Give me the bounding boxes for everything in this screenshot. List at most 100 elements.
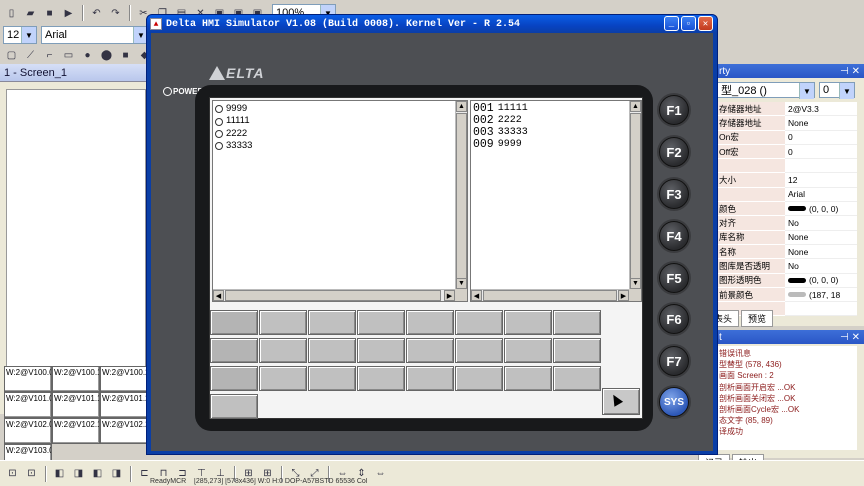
close-icon[interactable]: ✕ — [698, 16, 713, 31]
list-item[interactable]: 2222 — [215, 128, 252, 140]
scroll-down-icon[interactable]: ▼ — [630, 278, 641, 289]
radio-icon[interactable] — [215, 142, 223, 151]
radio-icon[interactable] — [215, 130, 223, 139]
property-value[interactable]: None — [785, 244, 857, 260]
horizontal-scrollbar[interactable]: ◀ ▶ — [213, 289, 455, 301]
keypad-button[interactable] — [210, 366, 258, 391]
keypad-button[interactable] — [357, 366, 405, 391]
group-icon[interactable]: ◨ — [70, 465, 87, 482]
open-folder-icon[interactable]: ▰ — [22, 5, 39, 22]
property-row[interactable]: 对齐 No — [717, 216, 857, 231]
property-row[interactable]: 存储器地址 2@V3.3 — [717, 102, 857, 117]
cell-item[interactable]: W:2@V101.1 — [52, 392, 100, 418]
keypad-button[interactable] — [210, 338, 258, 363]
scroll-up-icon[interactable]: ▲ — [630, 101, 641, 112]
keypad-button[interactable] — [308, 366, 356, 391]
keypad-button[interactable] — [259, 310, 307, 335]
property-row[interactable]: Arial — [717, 187, 857, 203]
property-value[interactable]: 0 — [785, 144, 857, 160]
cell-item[interactable]: W:2@V102.1 — [52, 418, 100, 444]
scroll-thumb[interactable] — [456, 113, 467, 279]
function-key-f4[interactable]: F4 — [659, 221, 689, 251]
keypad-button[interactable] — [504, 338, 552, 363]
scroll-thumb[interactable] — [483, 290, 617, 301]
pin-close-icon[interactable]: ⊣ ✕ — [840, 66, 860, 77]
screen-canvas[interactable] — [6, 89, 146, 411]
save-icon[interactable]: ■ — [41, 5, 58, 22]
property-value[interactable]: None — [785, 230, 857, 245]
property-value[interactable]: No — [785, 259, 857, 274]
keypad-button[interactable] — [553, 310, 601, 335]
list-item[interactable]: 009 9999 — [473, 139, 528, 151]
object-select[interactable]: 型_028 () ▼ — [717, 82, 815, 99]
cell-item[interactable]: W:2@V100.0 — [4, 366, 52, 392]
property-value[interactable]: 0 — [785, 130, 857, 145]
property-row[interactable]: 大小 12 — [717, 173, 857, 188]
cell-item[interactable]: W:2@V100.1 — [52, 366, 100, 392]
filled-circle-icon[interactable]: ⬤ — [98, 47, 115, 64]
list-item[interactable]: 33333 — [215, 140, 252, 152]
function-key-f1[interactable]: F1 — [659, 95, 689, 125]
vertical-scrollbar[interactable]: ▲ ▼ — [455, 101, 467, 289]
property-value[interactable]: 12 — [785, 173, 857, 188]
ellipse-icon[interactable]: ● — [79, 47, 96, 64]
property-value[interactable]: 2@V3.3 — [785, 102, 857, 117]
cell-item[interactable]: W:2@V102.2 — [100, 418, 148, 444]
keypad-button[interactable] — [259, 366, 307, 391]
property-value[interactable]: None — [785, 116, 857, 131]
function-key-f5[interactable]: F5 — [659, 263, 689, 293]
function-key-sys[interactable]: SYS — [659, 387, 689, 417]
pointer-icon[interactable]: ▢ — [3, 47, 20, 64]
function-key-f7[interactable]: F7 — [659, 346, 689, 376]
keypad-button[interactable] — [504, 310, 552, 335]
keypad-button[interactable] — [553, 366, 601, 391]
property-row[interactable]: 名称 None — [717, 244, 857, 260]
keypad-button[interactable] — [357, 338, 405, 363]
keypad-button[interactable] — [455, 310, 503, 335]
horizontal-scrollbar[interactable]: ◀ ▶ — [471, 289, 629, 301]
group-icon[interactable]: ◧ — [51, 465, 68, 482]
rectangle-icon[interactable]: ▭ — [60, 47, 77, 64]
keypad-button[interactable] — [455, 338, 503, 363]
property-value[interactable]: (0, 0, 0) — [785, 202, 857, 217]
cell-item[interactable]: W:2@V101.2 — [100, 392, 148, 418]
scroll-thumb[interactable] — [630, 113, 641, 279]
property-value[interactable]: (0, 0, 0) — [785, 273, 857, 288]
scroll-up-icon[interactable]: ▲ — [456, 101, 467, 112]
property-value[interactable] — [785, 159, 857, 174]
property-value[interactable]: (187, 18 — [785, 287, 857, 303]
align-icon[interactable]: ⊡ — [4, 465, 21, 482]
cell-item[interactable]: W:2@V100.2 — [100, 366, 148, 392]
property-row[interactable]: 图形透明色 (0, 0, 0) — [717, 273, 857, 288]
list-item[interactable]: 11111 — [215, 115, 252, 127]
keypad-button[interactable] — [259, 338, 307, 363]
keypad-button[interactable] — [308, 310, 356, 335]
undo-icon[interactable]: ↶ — [88, 5, 105, 22]
group-icon[interactable]: ◧ — [89, 465, 106, 482]
property-row[interactable]: 存储器地址 None — [717, 116, 857, 131]
property-value[interactable]: No — [785, 216, 857, 231]
scroll-right-icon[interactable]: ▶ — [618, 290, 629, 301]
scroll-right-icon[interactable]: ▶ — [444, 290, 455, 301]
function-key-f2[interactable]: F2 — [659, 137, 689, 167]
keypad-button[interactable] — [553, 338, 601, 363]
function-key-f3[interactable]: F3 — [659, 179, 689, 209]
export-icon[interactable]: ▶ — [60, 5, 77, 22]
property-row[interactable]: 图库是否透明 No — [717, 259, 857, 274]
chevron-down-icon[interactable]: ▼ — [839, 83, 854, 99]
property-value[interactable]: Arial — [785, 187, 857, 203]
filled-rect-icon[interactable]: ■ — [117, 47, 134, 64]
scroll-left-icon[interactable]: ◀ — [213, 290, 224, 301]
keypad-button[interactable] — [406, 338, 454, 363]
property-value[interactable] — [785, 302, 857, 317]
group-icon[interactable]: ◨ — [108, 465, 125, 482]
pin-close-icon[interactable]: ⊣ ✕ — [840, 332, 860, 343]
keypad-button[interactable] — [357, 310, 405, 335]
maximize-icon[interactable]: ▫ — [681, 16, 696, 31]
keypad-button[interactable] — [210, 310, 258, 335]
function-key-f6[interactable]: F6 — [659, 304, 689, 334]
polyline-icon[interactable]: ⌐ — [41, 47, 58, 64]
line-icon[interactable]: ⟋ — [22, 47, 39, 64]
vertical-scrollbar[interactable]: ▲ ▼ — [629, 101, 641, 289]
value-select[interactable]: 0 ▼ — [819, 82, 855, 99]
